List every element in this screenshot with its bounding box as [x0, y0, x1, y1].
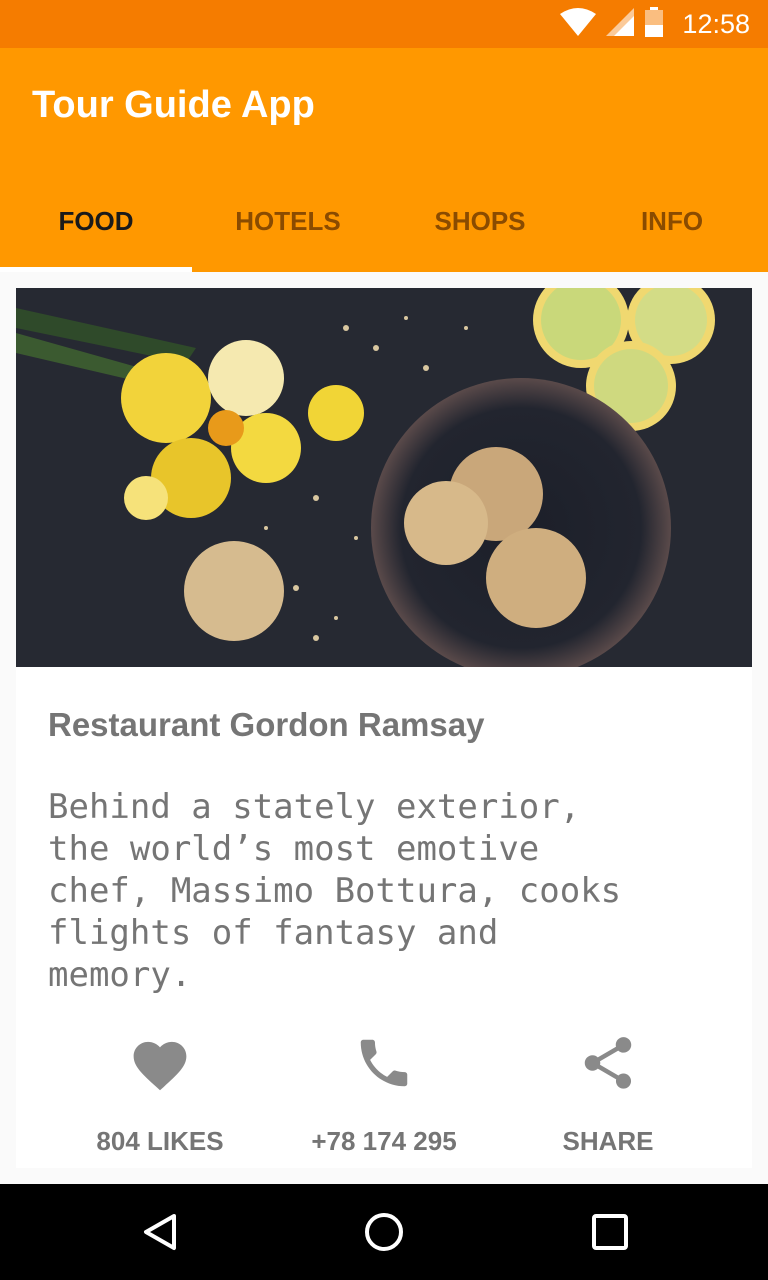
phone-button[interactable]: +78 174 295 — [264, 1028, 504, 1158]
back-icon[interactable] — [140, 1212, 180, 1252]
tab-hotels[interactable]: HOTELS — [192, 170, 384, 272]
wifi-icon — [560, 7, 597, 41]
card-image — [16, 288, 752, 667]
battery-icon — [644, 6, 664, 42]
place-card: Restaurant Gordon Ramsay Behind a statel… — [16, 288, 752, 1168]
card-actions: 804 LIKES +78 174 295 SHARE — [16, 1028, 752, 1158]
likes-button[interactable]: 804 LIKES — [40, 1028, 280, 1158]
share-button[interactable]: SHARE — [488, 1028, 728, 1158]
tab-food[interactable]: FOOD — [0, 170, 192, 272]
heart-icon — [128, 1028, 192, 1098]
card-description: Behind a stately exterior, the world’s m… — [48, 787, 622, 995]
tab-info[interactable]: INFO — [576, 170, 768, 272]
phone-label: +78 174 295 — [311, 1126, 457, 1156]
tab-indicator — [0, 267, 192, 272]
status-bar: 12:58 — [0, 0, 768, 48]
app-bar: Tour Guide App FOOD HOTELS SHOPS INFO — [0, 48, 768, 272]
tab-shops[interactable]: SHOPS — [384, 170, 576, 272]
phone-icon — [353, 1028, 415, 1098]
share-label: SHARE — [562, 1126, 654, 1156]
app-title: Tour Guide App — [32, 84, 315, 126]
card-title: Restaurant Gordon Ramsay — [48, 706, 485, 743]
share-icon — [577, 1028, 639, 1098]
tab-bar: FOOD HOTELS SHOPS INFO — [0, 170, 768, 272]
status-time: 12:58 — [682, 8, 750, 39]
signal-icon — [606, 7, 635, 41]
status-icons: 12:58 — [560, 6, 750, 42]
home-icon[interactable] — [364, 1212, 404, 1252]
navigation-bar — [0, 1184, 768, 1280]
likes-label: 804 LIKES — [96, 1126, 224, 1156]
recents-icon[interactable] — [590, 1212, 630, 1252]
